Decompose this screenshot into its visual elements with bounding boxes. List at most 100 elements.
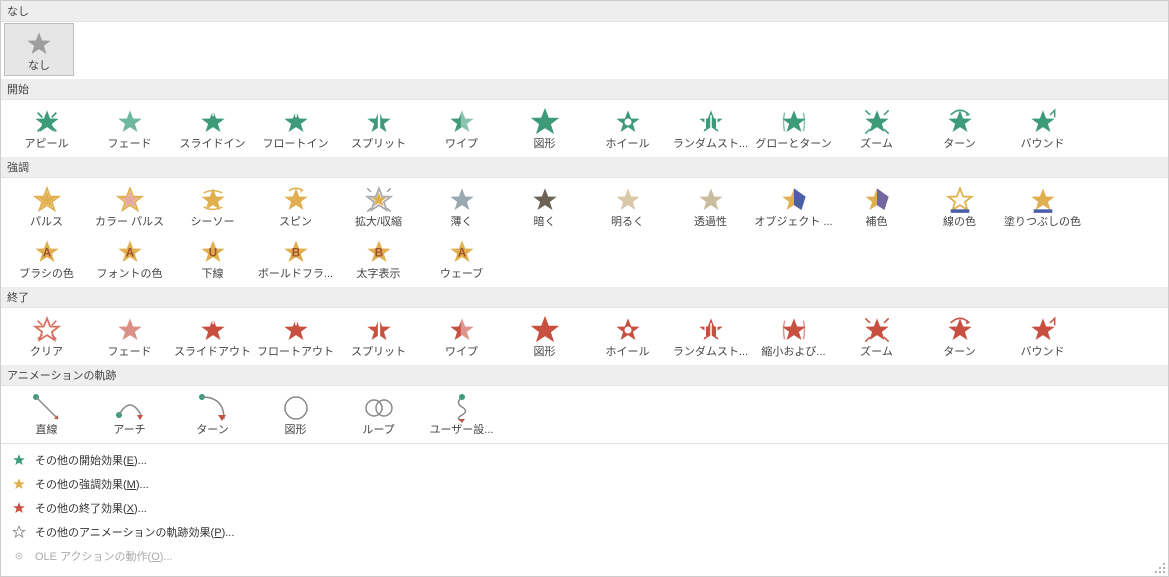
animation-entrance-8[interactable]: ランダムスト...	[669, 102, 752, 153]
animation-label: 拡大/収縮	[355, 216, 402, 229]
animation-entrance-12[interactable]: バウンド	[1001, 102, 1084, 153]
star-pulse-icon	[29, 184, 65, 216]
animation-entrance-10[interactable]: ズーム	[835, 102, 918, 153]
animation-label: 図形	[534, 138, 556, 151]
animation-emphasis-17[interactable]: B太字表示	[337, 232, 420, 283]
star-fontcolor-icon: A	[112, 236, 148, 268]
star-float-icon	[278, 314, 314, 346]
animation-exit-1[interactable]: フェード	[88, 310, 171, 361]
animation-motion-5[interactable]: ユーザー設...	[420, 388, 503, 439]
star-slide-icon	[195, 314, 231, 346]
animation-label: オブジェクト ...	[754, 216, 832, 229]
animation-emphasis-15[interactable]: U 下線	[171, 232, 254, 283]
animation-motion-3[interactable]: 図形	[254, 388, 337, 439]
animation-label: ブラシの色	[19, 268, 74, 281]
animation-emphasis-18[interactable]: A ウェーブ	[420, 232, 503, 283]
animation-label: スプリット	[351, 138, 406, 151]
animation-exit-3[interactable]: フロートアウト	[254, 310, 337, 361]
path-turn-icon	[195, 392, 231, 424]
animation-entrance-7[interactable]: ホイール	[586, 102, 669, 153]
star-split-icon	[361, 106, 397, 138]
animation-exit-4[interactable]: スプリット	[337, 310, 420, 361]
animation-label: 図形	[285, 424, 307, 437]
gear-icon	[11, 548, 27, 564]
path-custom-icon	[444, 392, 480, 424]
animation-label: ウェーブ	[440, 268, 483, 281]
animation-label: 線の色	[943, 216, 976, 229]
animation-entrance-5[interactable]: ワイプ	[420, 102, 503, 153]
animation-motion-2[interactable]: ターン	[171, 388, 254, 439]
star-icon	[11, 452, 27, 468]
animation-exit-5[interactable]: ワイプ	[420, 310, 503, 361]
animation-emphasis-7[interactable]: 明るく	[586, 180, 669, 231]
animation-motion-1[interactable]: アーチ	[88, 388, 171, 439]
animation-label: 下線	[202, 268, 224, 281]
animation-emphasis-2[interactable]: シーソー	[171, 180, 254, 231]
star-bounce-icon	[1025, 314, 1061, 346]
animation-label: ターン	[943, 138, 975, 151]
animation-entrance-0[interactable]: アピール	[5, 102, 88, 153]
animation-exit-6[interactable]: 図形	[503, 310, 586, 361]
animation-emphasis-5[interactable]: 薄く	[420, 180, 503, 231]
star-seesaw-icon	[195, 184, 231, 216]
star-boldrev-icon: B	[361, 236, 397, 268]
animation-label: フロートイン	[263, 138, 329, 151]
animation-label: 塗りつぶしの色	[1004, 216, 1081, 229]
animation-label: ランダムスト...	[673, 138, 748, 151]
animation-emphasis-4[interactable]: 拡大/収縮	[337, 180, 420, 231]
animation-motion-4[interactable]: ループ	[337, 388, 420, 439]
menu-more-entrance[interactable]: その他の開始効果(E)...	[7, 448, 1162, 472]
animation-entrance-9[interactable]: グローとターン	[752, 102, 835, 153]
section-header-motion: アニメーションの軌跡	[1, 365, 1168, 386]
animation-emphasis-0[interactable]: パルス	[5, 180, 88, 231]
star-wheel-icon	[610, 106, 646, 138]
animation-exit-2[interactable]: スライドアウト	[171, 310, 254, 361]
star-desat-icon	[444, 184, 480, 216]
svg-text:A: A	[457, 246, 466, 259]
star-icon	[11, 476, 27, 492]
menu-label: その他の終了効果(X)...	[35, 500, 147, 516]
animation-exit-7[interactable]: ホイール	[586, 310, 669, 361]
animation-entrance-4[interactable]: スプリット	[337, 102, 420, 153]
animation-label: ホイール	[606, 138, 650, 151]
animation-emphasis-13[interactable]: Aブラシの色	[5, 232, 88, 283]
animation-exit-9[interactable]: 縮小および...	[752, 310, 835, 361]
menu-more-exit[interactable]: その他の終了効果(X)...	[7, 496, 1162, 520]
animation-exit-12[interactable]: バウンド	[1001, 310, 1084, 361]
animation-emphasis-10[interactable]: 補色	[835, 180, 918, 231]
animation-exit-11[interactable]: ターン	[918, 310, 1001, 361]
animation-emphasis-16[interactable]: Bボールドフラ...	[254, 232, 337, 283]
animation-emphasis-3[interactable]: スピン	[254, 180, 337, 231]
animation-entrance-3[interactable]: フロートイン	[254, 102, 337, 153]
animation-emphasis-12[interactable]: 塗りつぶしの色	[1001, 180, 1084, 231]
menu-more-emphasis[interactable]: その他の強調効果(M)...	[7, 472, 1162, 496]
animation-emphasis-14[interactable]: Aフォントの色	[88, 232, 171, 283]
animation-exit-0[interactable]: クリア	[5, 310, 88, 361]
animation-emphasis-6[interactable]: 暗く	[503, 180, 586, 231]
animation-label: ボールドフラ...	[258, 268, 333, 281]
animation-entrance-1[interactable]: フェード	[88, 102, 171, 153]
animation-entrance-11[interactable]: ターン	[918, 102, 1001, 153]
svg-text:U: U	[208, 246, 216, 259]
animation-none-0[interactable]: なし	[5, 24, 73, 75]
animation-exit-10[interactable]: ズーム	[835, 310, 918, 361]
menu-label: その他のアニメーションの軌跡効果(P)...	[35, 524, 234, 540]
animation-label: ワイプ	[445, 138, 478, 151]
animation-entrance-6[interactable]: 図形	[503, 102, 586, 153]
animation-motion-0[interactable]: 直線	[5, 388, 88, 439]
animation-label: ターン	[943, 346, 975, 359]
animation-label: ホイール	[606, 346, 650, 359]
gallery-entrance: アピールフェードスライドインフロートイン スプリット ワイプ 図形 ホイール ランダムスト…	[1, 100, 1168, 157]
animation-emphasis-9[interactable]: オブジェクト ...	[752, 180, 835, 231]
animation-emphasis-11[interactable]: 線の色	[918, 180, 1001, 231]
animation-emphasis-1[interactable]: カラー パルス	[88, 180, 171, 231]
menu-label: OLE アクションの動作(O)...	[35, 548, 173, 564]
star-bounce-icon	[1025, 106, 1061, 138]
animation-entrance-2[interactable]: スライドイン	[171, 102, 254, 153]
svg-text:A: A	[125, 246, 134, 259]
animation-exit-8[interactable]: ランダムスト...	[669, 310, 752, 361]
resize-grip-icon[interactable]	[1154, 562, 1166, 574]
menu-more-motion[interactable]: その他のアニメーションの軌跡効果(P)...	[7, 520, 1162, 544]
star-zoom-icon	[859, 314, 895, 346]
animation-emphasis-8[interactable]: 透過性	[669, 180, 752, 231]
